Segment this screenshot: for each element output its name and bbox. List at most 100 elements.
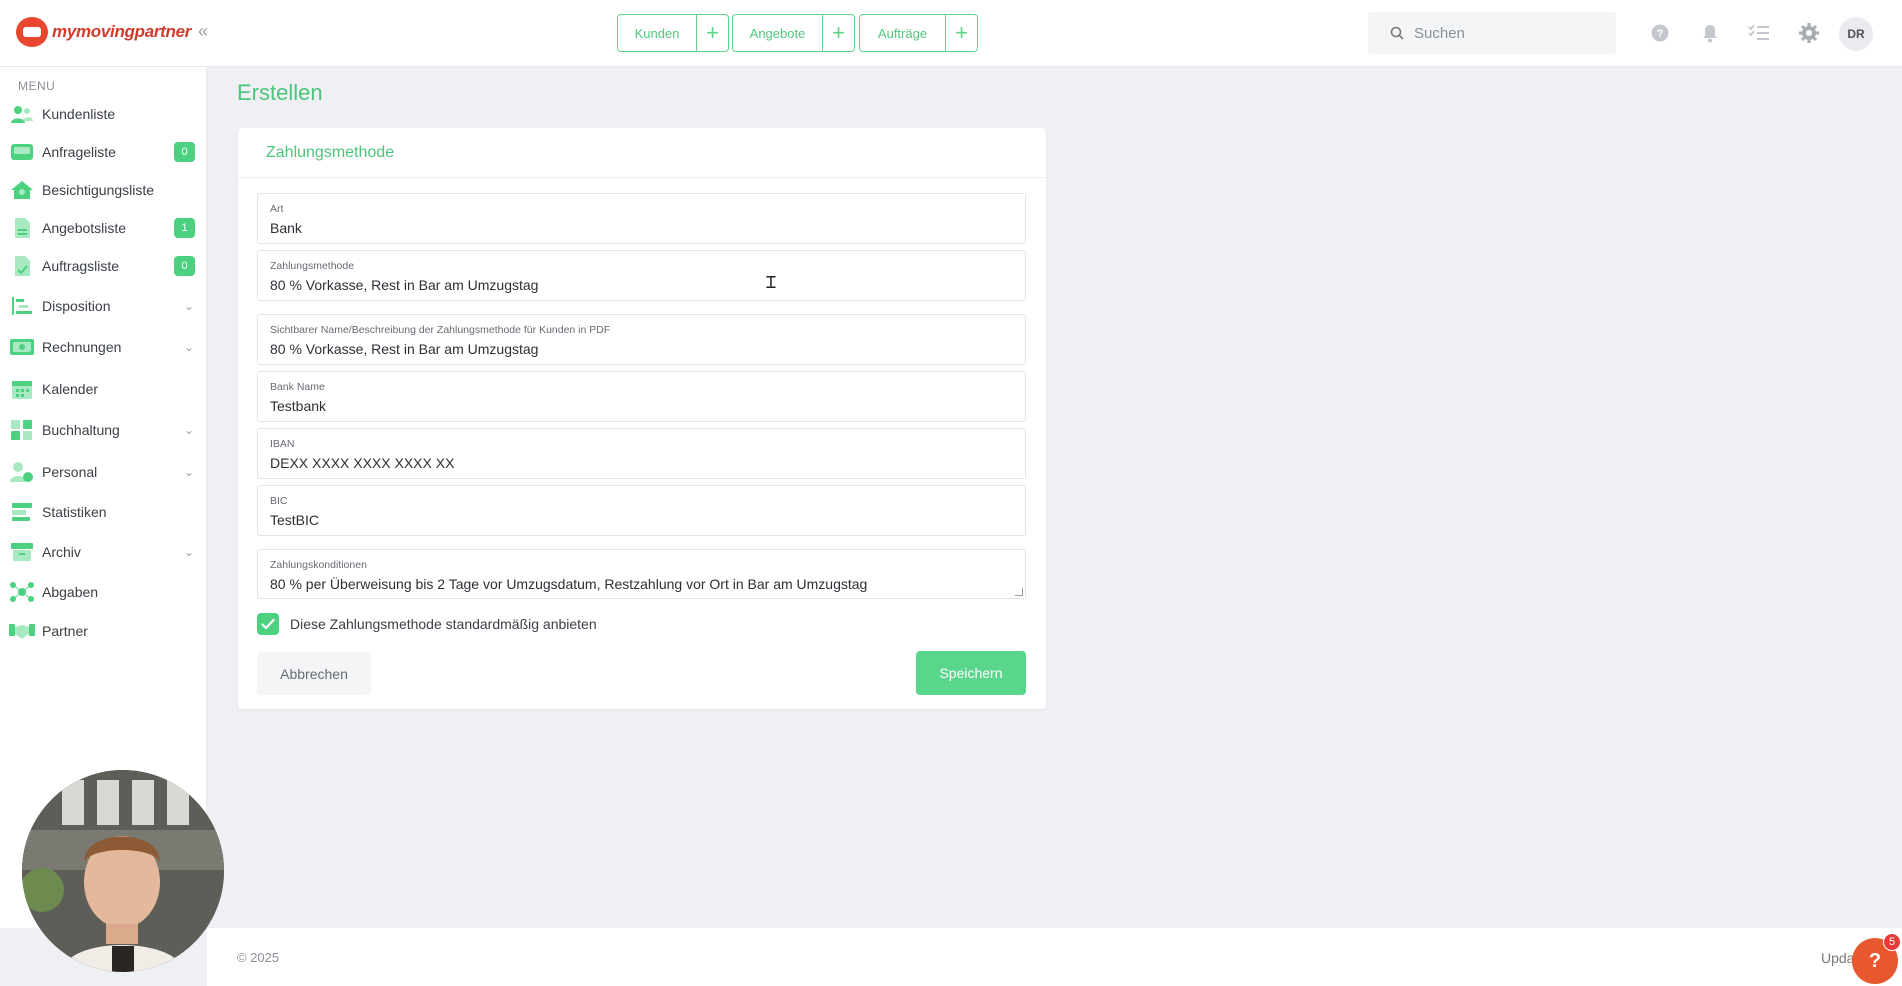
count-badge: 1 [174, 218, 195, 238]
notification-badge: 5 [1883, 933, 1901, 951]
money-icon [8, 335, 36, 359]
gantt-icon [8, 294, 36, 318]
page-title: Erstellen [237, 80, 323, 105]
top-bar: mymovingpartner « Kunden + Angebote + Au… [0, 0, 1902, 67]
sidebar-item-invoices[interactable]: Rechnungen ⌄ [8, 332, 198, 362]
checkmark-icon [261, 618, 275, 630]
field-label: Sichtbarer Name/Beschreibung der Zahlung… [270, 324, 611, 336]
menu-title: MENU [18, 79, 56, 93]
sidebar-item-label: Anfrageliste [42, 144, 116, 160]
help-icon[interactable]: ? [1649, 22, 1671, 44]
calendar-icon [8, 377, 36, 401]
sidebar-item-disposition[interactable]: Disposition ⌄ [8, 291, 198, 321]
task-list-icon[interactable] [1748, 22, 1770, 44]
gear-icon[interactable] [1798, 22, 1820, 44]
sidebar-item-label: Archiv [42, 544, 81, 560]
field-value: Testbank [270, 398, 327, 414]
chevron-down-icon: ⌄ [183, 465, 194, 479]
sidebar-item-label: Auftragsliste [42, 258, 120, 274]
inbox-icon [8, 140, 36, 164]
sidebar-item-customers[interactable]: Kundenliste [8, 99, 198, 129]
chevron-down-icon: ⌄ [183, 545, 194, 559]
document-icon [8, 216, 36, 240]
grid-icon [8, 418, 36, 442]
bank-name-field[interactable]: Bank Name Testbank [257, 371, 1026, 422]
copyright-text: © 2025 [237, 950, 280, 965]
sidebar-item-submissions[interactable]: Abgaben [8, 577, 198, 607]
sidebar-item-label: Kalender [42, 381, 99, 397]
quick-action-offers: Angebote + [732, 14, 855, 52]
chevron-down-icon: ⌄ [183, 299, 194, 313]
divider [238, 177, 1046, 178]
field-value: Bank [270, 220, 302, 236]
pdf-display-name-field[interactable]: Sichtbarer Name/Beschreibung der Zahlung… [257, 314, 1026, 365]
sidebar-item-calendar[interactable]: Kalender [8, 374, 198, 404]
sidebar-item-label: Partner [42, 623, 88, 639]
logo-icon [16, 17, 48, 47]
sidebar-item-label: Besichtigungsliste [42, 182, 155, 198]
default-checkbox-row: Diese Zahlungsmethode standardmäßig anbi… [257, 613, 597, 635]
webcam-overlay [22, 770, 224, 972]
archive-icon [8, 540, 36, 564]
customers-link[interactable]: Kunden [618, 15, 696, 51]
bic-field[interactable]: BIC TestBIC [257, 485, 1026, 536]
footer: © 2025 Upda [207, 928, 1902, 986]
field-label: Zahlungsmethode [270, 260, 355, 272]
payment-method-card: Zahlungsmethode Art Bank Zahlungsmethode… [238, 128, 1046, 709]
sidebar-item-offers[interactable]: Angebotsliste 1 [8, 213, 198, 243]
bell-icon[interactable] [1699, 22, 1721, 44]
svg-text:?: ? [1657, 28, 1664, 40]
iban-field[interactable]: IBAN DEXX XXXX XXXX XXXX XX [257, 428, 1026, 479]
sidebar-item-label: Buchhaltung [42, 422, 120, 438]
payment-terms-textarea[interactable]: Zahlungskonditionen 80 % per Überweisung… [257, 549, 1026, 599]
add-offer-icon[interactable]: + [822, 15, 854, 51]
sidebar-item-orders[interactable]: Auftragsliste 0 [8, 251, 198, 281]
sidebar-item-personnel[interactable]: Personal ⌄ [8, 457, 198, 487]
search-input[interactable] [1414, 24, 1594, 42]
field-label: Bank Name [270, 381, 325, 393]
field-value: 80 % per Überweisung bis 2 Tage vor Umzu… [270, 576, 868, 592]
checkbox-label: Diese Zahlungsmethode standardmäßig anbi… [290, 616, 597, 632]
sidebar-item-label: Personal [42, 464, 98, 480]
quick-action-customers: Kunden + [617, 14, 729, 52]
quick-action-orders: Aufträge + [859, 14, 978, 52]
count-badge: 0 [174, 142, 195, 162]
resize-handle-icon[interactable] [1015, 588, 1023, 596]
type-field[interactable]: Art Bank [257, 193, 1026, 244]
card-title: Zahlungsmethode [266, 144, 395, 161]
cancel-button[interactable]: Abbrechen [257, 652, 371, 695]
sidebar-item-label: Statistiken [42, 504, 107, 520]
network-icon [8, 580, 36, 604]
sidebar-item-inspections[interactable]: Besichtigungsliste [8, 175, 198, 205]
search-icon [1390, 26, 1404, 40]
sidebar-item-accounting[interactable]: Buchhaltung ⌄ [8, 415, 198, 445]
field-label: IBAN [270, 438, 295, 450]
add-customer-icon[interactable]: + [696, 15, 728, 51]
chevron-down-icon: ⌄ [183, 423, 194, 437]
stats-icon [8, 500, 36, 524]
users-icon [8, 102, 36, 126]
sidebar-item-label: Abgaben [42, 584, 99, 600]
update-link[interactable]: Upda [1821, 950, 1854, 966]
save-button[interactable]: Speichern [916, 651, 1026, 695]
field-value: 80 % Vorkasse, Rest in Bar am Umzugstag [270, 277, 539, 293]
collapse-sidebar-icon[interactable]: « [198, 21, 208, 42]
offers-link[interactable]: Angebote [733, 15, 822, 51]
sidebar-item-label: Angebotsliste [42, 220, 127, 236]
chevron-down-icon: ⌄ [183, 340, 194, 354]
sidebar-item-partner[interactable]: Partner [8, 616, 198, 646]
person-clock-icon [8, 460, 36, 484]
orders-link[interactable]: Aufträge [860, 15, 945, 51]
text-cursor-icon: Ꮖ [766, 275, 777, 292]
add-order-icon[interactable]: + [945, 15, 977, 51]
sidebar-item-label: Disposition [42, 298, 111, 314]
sidebar-item-archive[interactable]: Archiv ⌄ [8, 537, 198, 567]
brand-logo[interactable]: mymovingpartner [16, 17, 191, 47]
payment-method-field[interactable]: Zahlungsmethode 80 % Vorkasse, Rest in B… [257, 250, 1026, 301]
sidebar-item-requests[interactable]: Anfrageliste 0 [8, 137, 198, 167]
sidebar-item-label: Kundenliste [42, 106, 116, 122]
home-icon [8, 178, 36, 202]
sidebar-item-statistics[interactable]: Statistiken [8, 497, 198, 527]
user-avatar[interactable]: DR [1839, 17, 1873, 51]
default-checkbox[interactable] [257, 613, 279, 635]
